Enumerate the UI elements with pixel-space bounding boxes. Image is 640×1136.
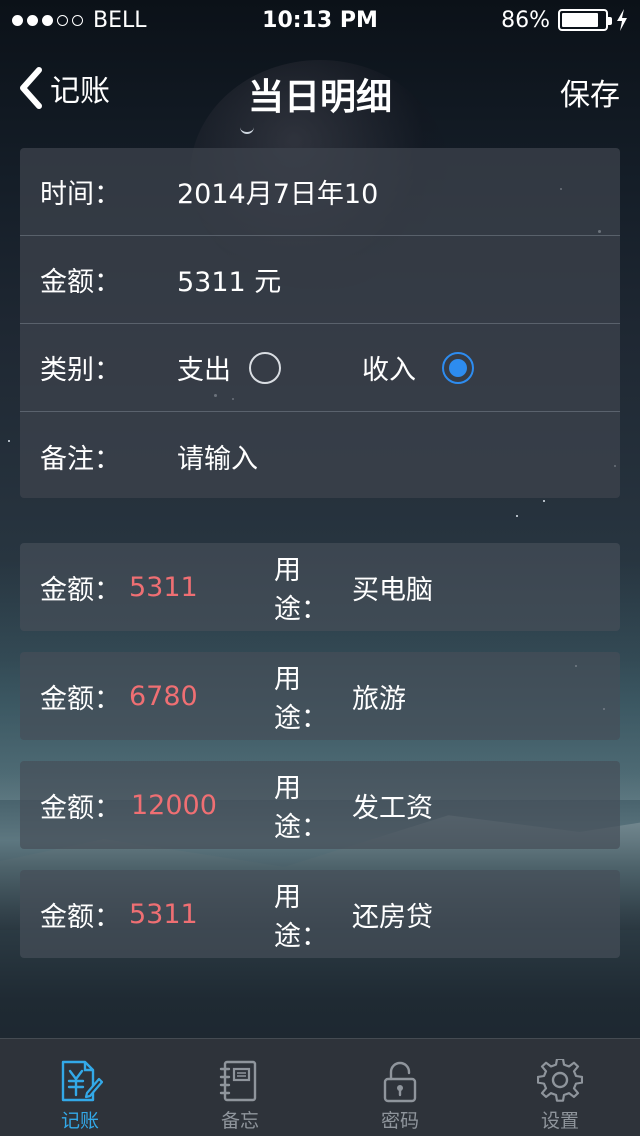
star <box>543 500 545 502</box>
battery-icon <box>558 9 612 31</box>
record-use-label: 用途： <box>274 773 328 843</box>
income-radio[interactable] <box>442 351 474 384</box>
note-input[interactable]: 请输入 <box>177 437 258 476</box>
record-amount-label: 金额： <box>40 792 121 824</box>
record-use: 还房贷 <box>352 901 433 933</box>
notebook-icon <box>219 1060 257 1102</box>
amount-value[interactable]: 5311 元 <box>177 260 281 299</box>
star <box>8 440 10 442</box>
note-label: 备注： <box>40 443 121 475</box>
star <box>516 515 518 517</box>
entry-form: 时间： 2014月7日年10 金额： 5311 元 类别： 支出 收入 备注： … <box>20 148 620 498</box>
tab-label: 备忘 <box>220 1110 259 1132</box>
record-use: 旅游 <box>352 683 406 715</box>
income-option[interactable]: 收入 <box>362 348 474 387</box>
tab-bar: 记账 备忘 密码 设置 <box>0 1038 640 1136</box>
record-amount: 12000 <box>131 789 217 821</box>
record-amount: 5311 <box>129 898 198 930</box>
time-value[interactable]: 2014月7日年10 <box>177 172 378 211</box>
record-amount: 5311 <box>129 571 198 603</box>
amount-label: 金额： <box>40 267 121 298</box>
record-use-label: 用途： <box>274 555 328 625</box>
time-row[interactable]: 时间： 2014月7日年10 <box>20 148 620 236</box>
expense-radio[interactable] <box>249 351 281 384</box>
lock-icon <box>383 1061 417 1103</box>
tab-password[interactable]: 密码 <box>320 1039 480 1136</box>
expense-label: 支出 <box>177 355 231 386</box>
record-use: 发工资 <box>352 792 433 824</box>
income-label: 收入 <box>362 355 416 386</box>
record-amount-label: 金额： <box>40 574 121 606</box>
navigation-bar: 记账 当日明细 保存 <box>0 40 640 136</box>
record-use: 买电脑 <box>352 574 433 606</box>
tab-label: 记账 <box>60 1110 99 1132</box>
time-label: 时间： <box>40 179 121 210</box>
tab-label: 设置 <box>540 1110 579 1132</box>
status-time: 10:13 PM <box>262 7 378 33</box>
tab-memo[interactable]: 备忘 <box>160 1039 320 1136</box>
record-amount: 6780 <box>129 680 198 712</box>
status-bar: BELL 10:13 PM 86% <box>0 0 640 40</box>
tab-settings[interactable]: 设置 <box>480 1039 640 1136</box>
page-title: 当日明细 <box>247 77 392 118</box>
amount-row[interactable]: 金额： 5311 元 <box>20 236 620 324</box>
gear-icon <box>537 1059 583 1102</box>
expense-option[interactable]: 支出 <box>177 348 362 387</box>
note-row[interactable]: 备注： 请输入 <box>20 412 620 500</box>
record-use-label: 用途： <box>274 664 328 734</box>
list-item[interactable]: 金额： 5311 用途： 买电脑 <box>20 543 620 631</box>
category-label: 类别： <box>40 355 121 386</box>
record-amount-label: 金额： <box>40 901 121 933</box>
category-row: 类别： 支出 收入 <box>20 324 620 412</box>
bookkeeping-icon <box>61 1060 103 1102</box>
record-use-label: 用途： <box>274 882 328 952</box>
list-item[interactable]: 金额： 12000 用途： 发工资 <box>20 761 620 849</box>
list-item[interactable]: 金额： 5311 用途： 还房贷 <box>20 870 620 958</box>
list-item[interactable]: 金额： 6780 用途： 旅游 <box>20 652 620 740</box>
tab-bookkeeping[interactable]: 记账 <box>0 1039 160 1136</box>
save-button[interactable]: 保存 <box>560 70 620 114</box>
tab-label: 密码 <box>380 1110 419 1132</box>
record-amount-label: 金额： <box>40 683 121 715</box>
